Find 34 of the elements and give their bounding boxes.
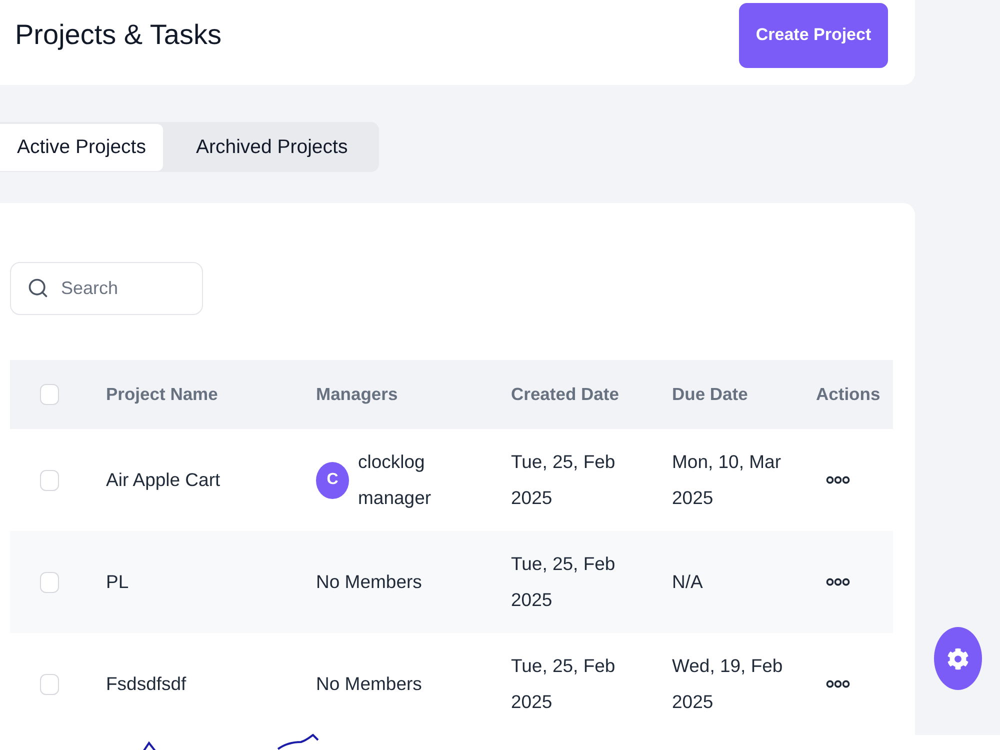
ink-stroke <box>277 734 319 750</box>
table-cell-text: No Members <box>316 672 422 696</box>
table-cell-text: Tue, 25, Feb 2025 <box>511 654 616 714</box>
tab[interactable]: Active Projects <box>0 124 163 171</box>
create-project-button[interactable]: Create Project <box>739 2 888 68</box>
search-icon <box>27 277 49 299</box>
table-cell-text: Air Apple Cart <box>106 468 220 492</box>
search-field[interactable]: Search <box>10 262 203 315</box>
row-checkbox[interactable] <box>40 470 59 490</box>
page-title: Projects & Tasks <box>15 19 222 52</box>
user-avatar: C <box>316 462 349 498</box>
more-icon[interactable] <box>826 476 850 484</box>
row-checkbox[interactable] <box>40 572 59 592</box>
column-header: Created Date <box>511 384 619 404</box>
ink-stroke <box>142 742 158 750</box>
settings-icon <box>947 648 969 670</box>
more-icon[interactable] <box>826 680 850 688</box>
table-cell-text: No Members <box>316 570 422 594</box>
tab[interactable]: Archived Projects <box>178 124 365 171</box>
table-cell-text: Fsdsdfsdf <box>106 672 186 696</box>
column-header: Actions <box>816 384 880 404</box>
select-all-checkbox[interactable] <box>40 384 59 405</box>
table-cell-text: Tue, 25, Feb 2025 <box>511 450 616 510</box>
table-cell-text: Mon, 10, Mar 2025 <box>672 450 782 510</box>
manager-name: clocklog manager <box>358 450 432 510</box>
row-checkbox[interactable] <box>40 674 59 694</box>
column-header: Managers <box>316 384 398 404</box>
column-header: Due Date <box>672 384 748 404</box>
column-header: Project Name <box>106 384 218 404</box>
table-cell-text: N/A <box>672 570 703 594</box>
more-icon[interactable] <box>826 578 850 586</box>
table-cell-text: Wed, 19, Feb 2025 <box>672 654 784 714</box>
table-cell-text: Tue, 25, Feb 2025 <box>511 552 616 612</box>
table-cell-text: PL <box>106 570 129 594</box>
